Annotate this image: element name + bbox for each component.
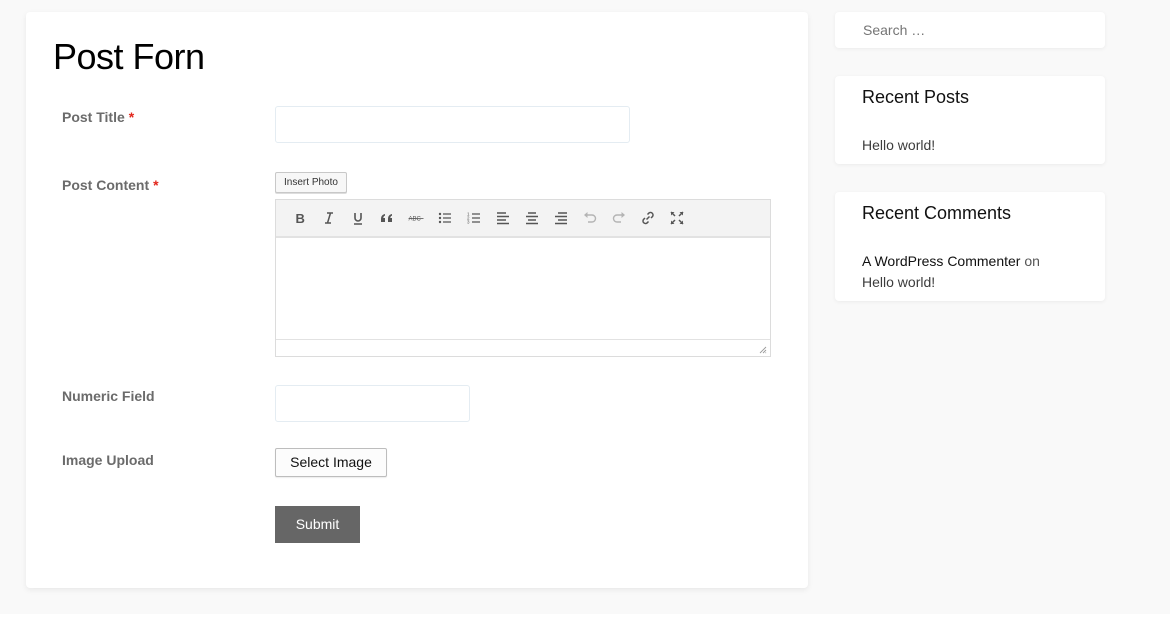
select-image-button[interactable]: Select Image: [275, 448, 387, 477]
recent-posts-widget: Recent Posts Hello world!: [835, 76, 1105, 164]
recent-post-link[interactable]: Hello world!: [862, 137, 935, 153]
align-center-button[interactable]: [517, 204, 546, 232]
required-indicator: *: [128, 109, 135, 125]
editor-toolbar: B ABC 123: [276, 200, 770, 238]
submit-button[interactable]: Submit: [275, 506, 360, 543]
align-right-icon: [554, 212, 567, 225]
align-left-button[interactable]: [488, 204, 517, 232]
page-title: Post Forn: [53, 36, 205, 77]
bold-button[interactable]: B: [285, 204, 314, 232]
bold-icon: B: [295, 211, 304, 226]
fullscreen-button[interactable]: [662, 204, 691, 232]
redo-button[interactable]: [604, 204, 633, 232]
required-indicator: *: [153, 177, 159, 193]
undo-icon: [583, 212, 596, 223]
align-left-icon: [496, 212, 509, 225]
link-button[interactable]: [633, 204, 662, 232]
redo-icon: [612, 212, 625, 223]
post-form-card: Post Forn Post Title * Post Content * Inse…: [26, 12, 808, 588]
comment-author-link[interactable]: A WordPress Commenter: [862, 253, 1020, 269]
blockquote-icon: [380, 214, 392, 222]
svg-text:3: 3: [467, 220, 470, 225]
search-input[interactable]: [863, 22, 1083, 38]
editor-statusbar: [276, 340, 770, 356]
align-right-button[interactable]: [546, 204, 575, 232]
align-center-icon: [525, 212, 538, 225]
underline-button[interactable]: [343, 204, 372, 232]
editor-content-area[interactable]: [276, 238, 770, 340]
fullscreen-icon: [669, 211, 684, 225]
recent-posts-title: Recent Posts: [862, 87, 970, 107]
numbered-list-icon: 123: [467, 212, 480, 225]
numeric-field-input[interactable]: [275, 385, 470, 422]
post-content-label: Post Content *: [62, 177, 159, 193]
comment-connector: on: [1024, 253, 1040, 269]
strikethrough-button[interactable]: ABC: [401, 204, 430, 232]
recent-comment-item: A WordPress Commenter on Hello world!: [862, 251, 1082, 293]
bullet-list-icon: [438, 212, 451, 224]
underline-icon: [353, 213, 362, 225]
recent-comments-title: Recent Comments: [862, 203, 1012, 223]
post-content-editor: B ABC 123: [275, 199, 771, 357]
image-upload-label: Image Upload: [62, 452, 154, 468]
numbered-list-button[interactable]: 123: [459, 204, 488, 232]
italic-button[interactable]: [314, 204, 343, 232]
blockquote-button[interactable]: [372, 204, 401, 232]
undo-button[interactable]: [575, 204, 604, 232]
post-title-input[interactable]: [275, 106, 630, 143]
recent-comments-widget: Recent Comments A WordPress Commenter on…: [835, 192, 1105, 301]
link-icon: [641, 211, 654, 225]
search-widget: [835, 12, 1105, 48]
post-content-label-text: Post Content: [62, 177, 150, 193]
insert-photo-button[interactable]: Insert Photo: [275, 172, 347, 193]
resize-handle-icon[interactable]: [759, 346, 767, 354]
comment-post-link[interactable]: Hello world!: [862, 274, 935, 290]
svg-text:ABC: ABC: [408, 217, 421, 223]
strikethrough-icon: ABC: [408, 217, 423, 223]
svg-text:B: B: [295, 211, 304, 226]
numeric-field-label: Numeric Field: [62, 388, 155, 404]
post-title-label: Post Title *: [62, 109, 134, 125]
bullet-list-button[interactable]: [430, 204, 459, 232]
italic-icon: [324, 212, 333, 224]
post-title-label-text: Post Title: [62, 109, 125, 125]
